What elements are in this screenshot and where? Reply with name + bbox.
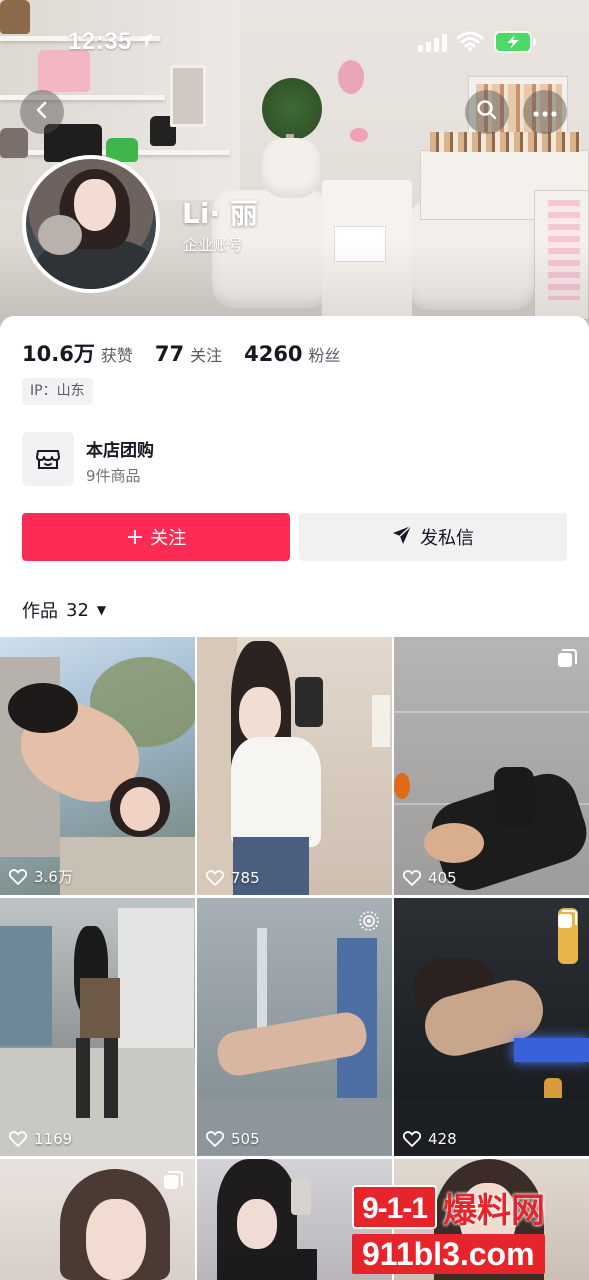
- video-tile[interactable]: 1169: [0, 898, 195, 1156]
- cellular-signal-icon: [418, 34, 448, 56]
- status-time: 12:35: [68, 28, 132, 55]
- like-count: 3.6万: [9, 866, 73, 887]
- works-count: 32: [66, 599, 89, 621]
- send-message-button[interactable]: 发私信: [299, 513, 567, 561]
- profile-page: 12:35 Li· 丽 企业账号 10.6万 获赞 77 关注 4260 粉丝 …: [0, 0, 589, 1280]
- stat-following[interactable]: 77 关注: [155, 342, 222, 366]
- heart-icon: [9, 868, 27, 885]
- heart-icon: [206, 870, 224, 886]
- location-arrow-icon: [136, 32, 154, 54]
- wifi-icon: [456, 31, 484, 55]
- stat-value: 4260: [244, 342, 303, 366]
- like-count: 505: [206, 1130, 260, 1148]
- works-tab[interactable]: 作品 32 ▼: [22, 597, 106, 623]
- video-tile[interactable]: 405: [394, 637, 589, 895]
- like-count: 1169: [9, 1130, 72, 1148]
- video-tile[interactable]: 3.6万: [0, 637, 195, 895]
- search-button[interactable]: [465, 90, 509, 134]
- send-icon: [392, 524, 420, 550]
- shop-title: 本店团购: [86, 441, 154, 461]
- caret-down-icon: ▼: [96, 603, 107, 617]
- watermark-url: 911bl3.com: [352, 1234, 545, 1274]
- ip-location-tag: IP：山东: [22, 378, 93, 405]
- shop-subtitle: 9件商品: [86, 467, 141, 485]
- profile-stats: 10.6万 获赞 77 关注 4260 粉丝: [22, 338, 363, 368]
- like-count: 405: [403, 869, 457, 887]
- profile-name: Li· 丽: [182, 197, 258, 230]
- heart-icon: [403, 870, 421, 886]
- stat-label: 粉丝: [308, 346, 341, 365]
- avatar[interactable]: [22, 155, 160, 293]
- send-message-label: 发私信: [420, 528, 474, 549]
- multi-image-icon: [557, 910, 577, 934]
- stat-value: 77: [154, 342, 185, 366]
- live-icon: [358, 910, 380, 936]
- multi-image-icon: [557, 649, 577, 673]
- stat-likes[interactable]: 10.6万 获赞: [22, 338, 133, 368]
- multi-image-icon: [163, 1171, 183, 1195]
- plus-icon: +: [125, 524, 145, 550]
- watermark-badge: 9-1-1: [352, 1185, 438, 1229]
- status-bar: 12:35: [0, 28, 589, 58]
- storefront-icon: [22, 432, 74, 486]
- like-count: 785: [206, 869, 260, 887]
- stat-value: 10.6万: [22, 342, 95, 366]
- like-count: 428: [403, 1130, 457, 1148]
- heart-icon: [206, 1131, 224, 1147]
- shop-group-buy-entry[interactable]: 本店团购 9件商品: [22, 432, 322, 488]
- back-button[interactable]: [20, 90, 64, 134]
- video-tile[interactable]: 505: [197, 898, 392, 1156]
- works-tab-label: 作品: [22, 601, 58, 622]
- watermark-brand: 爆料网: [443, 1190, 546, 1231]
- account-type-label: 企业账号: [183, 236, 244, 254]
- battery-charging-icon: [494, 31, 532, 53]
- video-tile[interactable]: [0, 1159, 195, 1280]
- video-tile[interactable]: 428: [394, 898, 589, 1156]
- video-tile[interactable]: 785: [197, 637, 392, 895]
- search-icon: [476, 99, 498, 125]
- heart-icon: [9, 1131, 27, 1147]
- chevron-left-icon: [32, 100, 52, 124]
- more-button[interactable]: [523, 90, 567, 134]
- stat-label: 关注: [190, 346, 223, 365]
- follow-label: 关注: [150, 528, 187, 549]
- stat-label: 获赞: [100, 346, 133, 365]
- follow-button[interactable]: + 关注: [22, 513, 290, 561]
- stat-followers[interactable]: 4260 粉丝: [244, 342, 340, 366]
- heart-icon: [403, 1131, 421, 1147]
- more-dots-icon: [533, 103, 557, 122]
- watermark-logo: 9-1-1 爆料网 911bl3.com: [352, 1184, 584, 1276]
